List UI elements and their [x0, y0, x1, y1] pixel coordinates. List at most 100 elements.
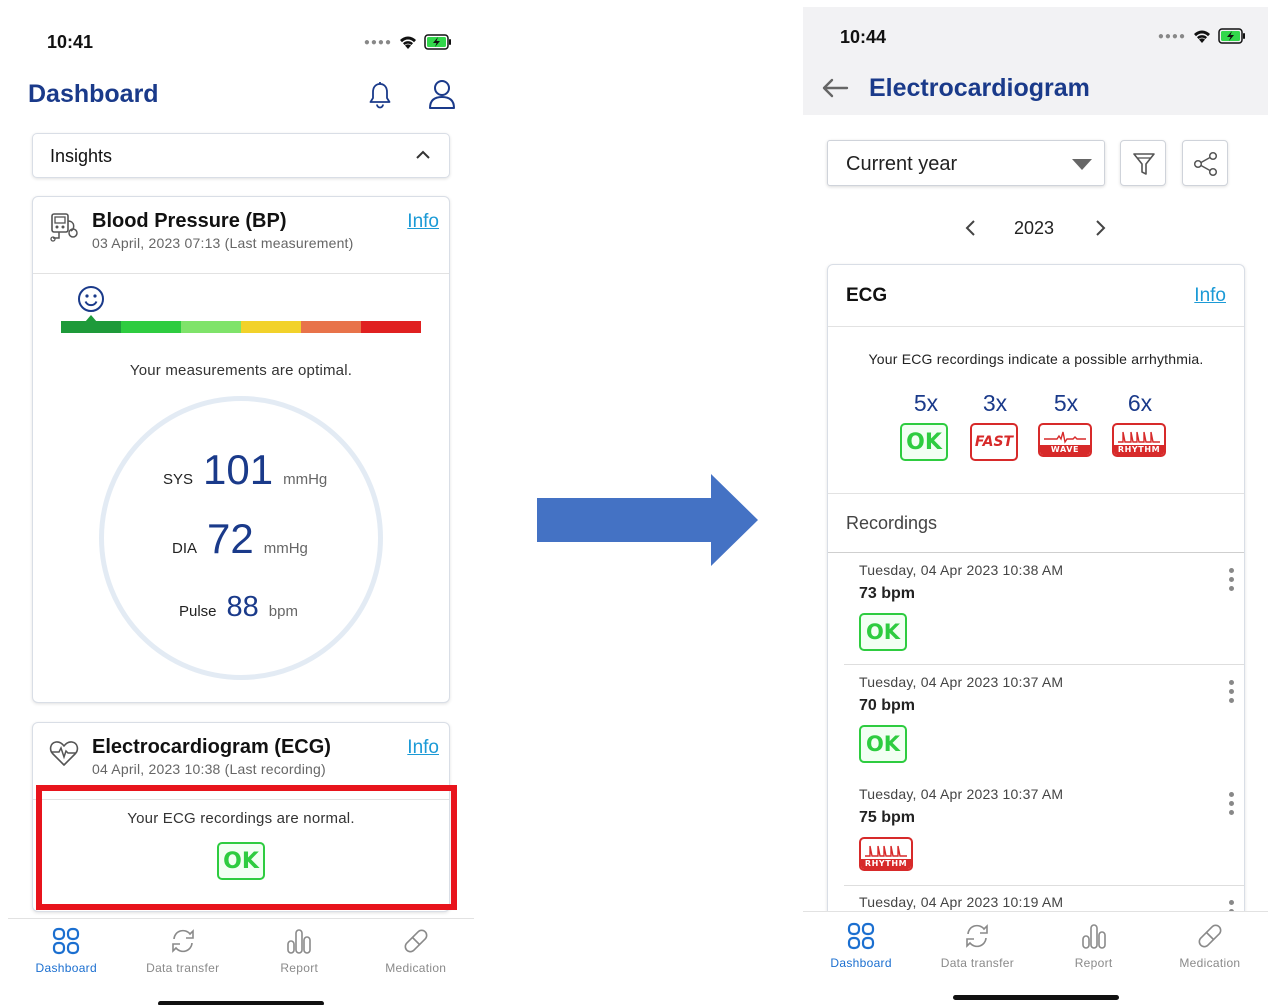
- more-options-icon[interactable]: [1229, 680, 1234, 703]
- dashboard-screen: 10:41 ●●●● Dashboard Insights Blood Pres…: [8, 10, 474, 1005]
- pill-icon: [1198, 924, 1222, 948]
- heart-pulse-icon: [49, 739, 79, 772]
- share-button[interactable]: [1182, 140, 1228, 186]
- year-label: 2023: [1014, 218, 1055, 238]
- tab-medication[interactable]: Medication: [1152, 922, 1268, 970]
- tab-label: Medication: [1179, 956, 1241, 970]
- ecg-summary-card: ECG Info Your ECG recordings indicate a …: [827, 264, 1245, 934]
- recording-item[interactable]: Tuesday, 04 Apr 2023 10:38 AM 73 bpm OK: [844, 562, 1244, 665]
- bp-scale-segment: [361, 321, 421, 333]
- ok-badge-icon: OK: [859, 725, 907, 763]
- prev-year-chevron-icon[interactable]: [964, 219, 978, 242]
- electrocardiogram-screen: 10:44 ●●●● Electrocardiogram Current yea…: [803, 7, 1268, 1005]
- ecg-info-link[interactable]: Info: [407, 737, 439, 759]
- recording-bpm: 75 bpm: [859, 809, 916, 826]
- user-icon[interactable]: [427, 78, 457, 115]
- tab-label: Medication: [385, 961, 447, 975]
- divider: [828, 493, 1244, 494]
- summary-count: 5x: [1053, 390, 1079, 416]
- ecg-info-link[interactable]: Info: [1194, 285, 1226, 307]
- recording-bpm: 73 bpm: [859, 585, 916, 602]
- tab-label: Report: [280, 961, 319, 975]
- summary-count: 5x: [913, 390, 939, 416]
- pulse-value: 88: [226, 591, 259, 623]
- sys-row: SYS 101 mmHg: [163, 446, 327, 494]
- signal-dots-icon: ●●●●: [363, 36, 392, 48]
- report-chart-icon: [287, 929, 312, 954]
- rhythm-badge-label: RHYTHM: [1114, 445, 1164, 455]
- recording-item[interactable]: Tuesday, 04 Apr 2023 10:37 AM 75 bpm RHY…: [844, 786, 1244, 886]
- recording-date: Tuesday, 04 Apr 2023 10:19 AM: [859, 894, 1064, 910]
- dia-value: 72: [207, 515, 254, 562]
- bp-scale-segment: [241, 321, 301, 333]
- ecg-card-title: Electrocardiogram (ECG): [92, 736, 331, 758]
- summary-rhythm: 6x RHYTHM: [1112, 390, 1168, 457]
- filter-button[interactable]: [1120, 140, 1166, 186]
- next-year-chevron-icon[interactable]: [1093, 219, 1107, 242]
- wifi-icon: [398, 34, 418, 50]
- tab-dashboard[interactable]: Dashboard: [8, 927, 124, 975]
- sync-icon: [171, 929, 194, 953]
- fast-badge-icon: FAST: [970, 423, 1018, 461]
- status-icons: ●●●●: [1158, 28, 1246, 44]
- period-select[interactable]: Current year: [827, 140, 1105, 186]
- bell-icon[interactable]: [368, 81, 392, 114]
- tab-bar: Dashboard Data transfer Report Medicatio…: [803, 911, 1268, 1005]
- status-bar: 10:44 ●●●●: [803, 7, 1268, 55]
- page-title: Electrocardiogram: [869, 74, 1090, 102]
- more-options-icon[interactable]: [1229, 568, 1234, 591]
- bp-info-link[interactable]: Info: [407, 211, 439, 233]
- wifi-icon: [1192, 28, 1212, 44]
- recording-date: Tuesday, 04 Apr 2023 10:38 AM: [859, 562, 1064, 578]
- status-icons: ●●●●: [364, 34, 452, 50]
- sys-value: 101: [203, 446, 274, 493]
- insights-label: Insights: [50, 146, 113, 166]
- tab-label: Dashboard: [830, 956, 892, 970]
- pill-icon: [404, 929, 428, 953]
- wave-badge-label: WAVE: [1040, 445, 1090, 455]
- bp-scale-bar: [61, 321, 421, 333]
- home-indicator: [158, 1001, 324, 1005]
- insights-dropdown[interactable]: Insights: [32, 133, 450, 178]
- more-options-icon[interactable]: [1229, 792, 1234, 815]
- recordings-title: Recordings: [846, 513, 938, 533]
- battery-icon: [1218, 28, 1246, 44]
- back-arrow-icon[interactable]: [821, 77, 849, 104]
- home-indicator: [953, 995, 1119, 1000]
- dia-label: DIA: [172, 540, 198, 557]
- dia-row: DIA 72 mmHg: [172, 515, 308, 563]
- tab-label: Report: [1074, 956, 1113, 970]
- divider: [828, 326, 1244, 327]
- tab-dashboard[interactable]: Dashboard: [803, 922, 919, 970]
- sys-unit: mmHg: [283, 471, 328, 488]
- sync-icon: [966, 924, 989, 948]
- dashboard-icon: [53, 927, 80, 955]
- caret-down-icon: [1072, 159, 1092, 170]
- bp-scale-segment: [181, 321, 241, 333]
- recording-item[interactable]: Tuesday, 04 Apr 2023 10:37 AM 70 bpm OK: [844, 674, 1244, 777]
- summary-fast: 3x FAST: [970, 390, 1020, 461]
- ecg-card-title: ECG: [846, 285, 888, 306]
- bp-scale-segment: [61, 321, 121, 333]
- signal-dots-icon: ●●●●: [1157, 30, 1186, 42]
- sys-label: SYS: [163, 471, 194, 488]
- filter-icon: [1133, 153, 1155, 175]
- rhythm-badge-label: RHYTHM: [861, 859, 911, 869]
- recording-date: Tuesday, 04 Apr 2023 10:37 AM: [859, 786, 1064, 802]
- tab-report[interactable]: Report: [1036, 922, 1152, 970]
- tab-report[interactable]: Report: [241, 927, 357, 975]
- pulse-row: Pulse 88 bpm: [179, 591, 298, 624]
- tab-medication[interactable]: Medication: [358, 927, 474, 975]
- bp-scale-segment: [301, 321, 361, 333]
- bp-scale-segment: [121, 321, 181, 333]
- tab-label: Data transfer: [146, 961, 220, 975]
- ecg-card-subtitle: 04 April, 2023 10:38 (Last recording): [92, 761, 326, 777]
- ok-badge-icon: OK: [859, 613, 907, 651]
- tab-data-transfer[interactable]: Data transfer: [919, 922, 1035, 970]
- dashboard-icon: [848, 922, 875, 950]
- ok-badge-icon: OK: [900, 423, 948, 461]
- rhythm-badge-icon: RHYTHM: [1112, 423, 1166, 457]
- divider: [828, 552, 1244, 553]
- tab-data-transfer[interactable]: Data transfer: [125, 927, 241, 975]
- report-chart-icon: [1081, 924, 1106, 949]
